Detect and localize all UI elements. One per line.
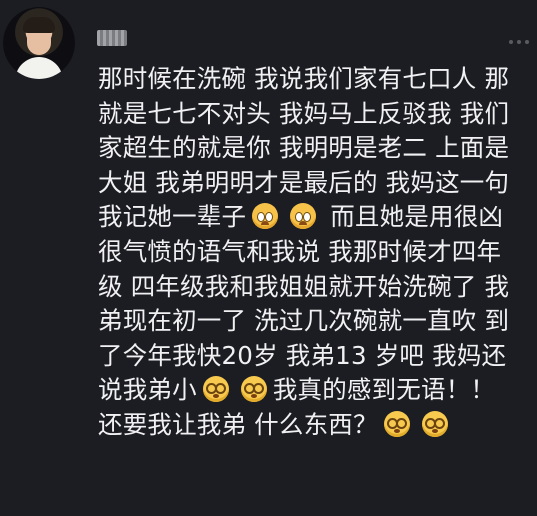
comment-line: 大姐 我弟明明才是最后的 我妈这一句	[98, 167, 510, 197]
comment-line: 家超生的就是你 我明明是老二 上面是	[98, 133, 510, 163]
comment-segment: 而且她是用很凶	[330, 202, 504, 232]
comment-line: 就是七七不对头 我妈马上反驳我 我们	[98, 98, 510, 128]
dazed-face-icon	[240, 376, 267, 403]
comment-line: 弟现在初一了 洗过几次碗就一直吹 到	[98, 306, 510, 336]
more-options-icon[interactable]	[509, 40, 529, 44]
avatar-shirt	[15, 57, 63, 79]
avatar-hair	[23, 17, 55, 33]
comment-line: 那时候在洗碗 我说我们家有七口人 那	[98, 64, 510, 93]
comment-text: 那时候在洗碗 我说我们家有七口人 那 就是七七不对头 我妈马上反驳我 我们 家超…	[98, 62, 537, 443]
comment-line: 我记她一辈子 而且她是用很凶	[98, 200, 537, 235]
comment-segment: 说我弟小	[98, 375, 197, 405]
comment-segment: 还要我让我弟 什么东西？	[98, 409, 378, 439]
user-avatar[interactable]	[3, 7, 75, 79]
dazed-face-icon	[421, 410, 448, 437]
comment-line: 很气愤的语气和我说 我那时候才四年	[98, 236, 502, 266]
dazed-face-icon	[383, 410, 410, 437]
dazed-face-icon	[202, 376, 229, 403]
comment-line: 了今年我快20岁 我弟13 岁吧 我妈还	[98, 340, 507, 370]
comment-line: 级 四年级我和我姐姐就开始洗碗了 我	[98, 271, 510, 301]
comment-line: 还要我让我弟 什么东西？	[98, 408, 537, 443]
comment-segment: 我真的感到无语！！	[272, 375, 496, 405]
crying-face-icon	[290, 203, 317, 230]
comment-segment: 我记她一辈子	[98, 202, 247, 232]
crying-face-icon	[252, 203, 279, 230]
comment-line: 说我弟小 我真的感到无语！！	[98, 373, 537, 408]
username-blurred[interactable]	[97, 30, 127, 46]
